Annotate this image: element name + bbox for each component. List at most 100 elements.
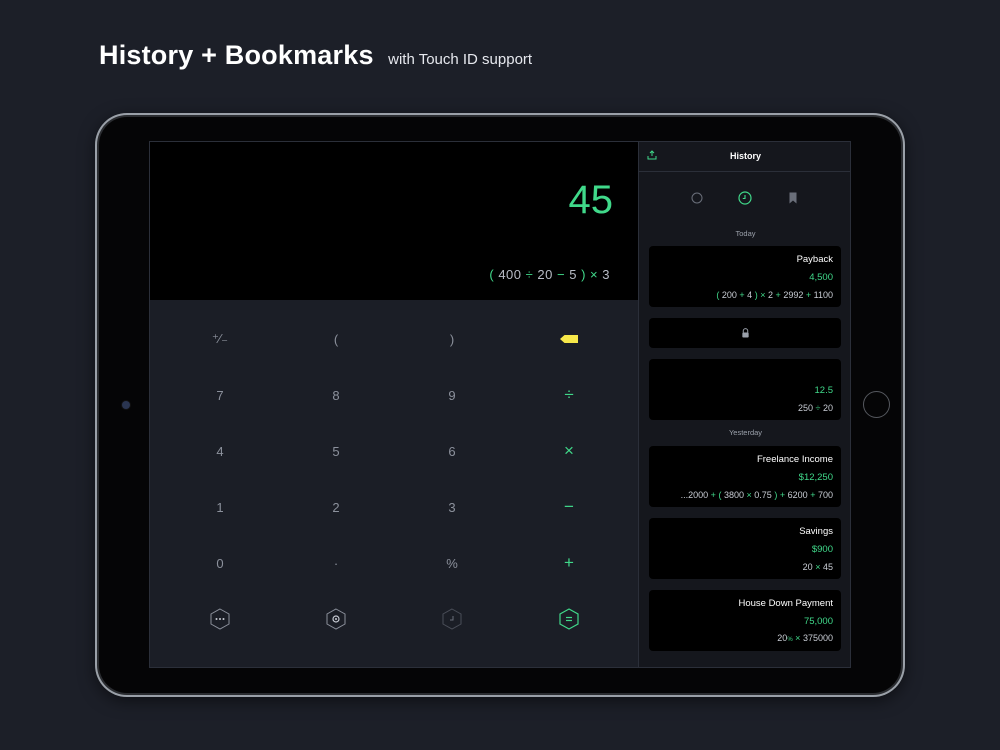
calculator: 45 ( 400 ÷ 20 − 5 ) × 3 ⁺∕₋ ( ) 7 8 9 ÷ … [150, 142, 638, 667]
plus-key[interactable]: + [519, 543, 619, 583]
expr-token: 5 [569, 267, 577, 282]
card-title: Payback [796, 254, 833, 265]
history-card-payback[interactable]: Payback 4,500 ( 200 + 4 ) × 2 + 2992 + 1… [649, 246, 841, 307]
key-1[interactable]: 1 [170, 487, 270, 527]
card-expression: ( 200 + 4 ) × 2 + 2992 + 1100 [716, 290, 833, 300]
card-expression: ...2000 + ( 3800 × 0.75 ) + 6200 + 700 [681, 490, 833, 500]
key-3[interactable]: 3 [402, 487, 502, 527]
key-6[interactable]: 6 [402, 431, 502, 471]
expr-token: ÷ [815, 403, 821, 413]
tab-history[interactable] [737, 190, 753, 206]
card-expression: 20 × 45 [803, 562, 833, 572]
minus-key[interactable]: − [519, 487, 619, 527]
equals-button[interactable] [519, 599, 619, 639]
expr-token: 2992 [783, 290, 804, 300]
expr-token: 20 [802, 562, 813, 572]
expr-token: 250 [797, 403, 813, 413]
key-4[interactable]: 4 [170, 431, 270, 471]
history-panel: History Today Payback 4,500 (200 + 4) … [638, 142, 850, 667]
card-value: 4,500 [809, 272, 833, 283]
expr-token: × [815, 562, 821, 572]
history-icon [442, 608, 462, 630]
expr-token: 20 [777, 633, 788, 643]
section-today: Today [735, 229, 756, 238]
expr-token: 400 [498, 267, 522, 282]
expr-token: × [590, 267, 599, 282]
lock-icon [741, 328, 749, 338]
expr-token: × [746, 490, 752, 500]
card-title: Savings [799, 526, 833, 537]
card-value: 12.5 [814, 385, 834, 396]
expr-token: 45 [822, 562, 833, 572]
expr-token: 700 [817, 490, 833, 500]
multiply-key[interactable]: × [519, 431, 619, 471]
more-button[interactable] [170, 599, 270, 639]
open-paren-key[interactable]: ( [286, 319, 386, 359]
expr-token: 20 [537, 267, 553, 282]
circle-icon [691, 192, 703, 204]
history-title: History [729, 151, 761, 161]
backspace-key[interactable] [519, 319, 619, 359]
expr-token: 0.75 [754, 490, 772, 500]
expr-token: + [779, 490, 786, 500]
history-card-freelance[interactable]: Freelance Income $12,250 ...2000 + ( 380… [649, 446, 841, 507]
card-value: $12,250 [798, 472, 833, 483]
equals-icon [559, 608, 579, 630]
expr-token: 3 [602, 267, 610, 282]
expr-token: × [760, 290, 766, 300]
expr-token: × [795, 633, 801, 643]
tab-all[interactable] [689, 190, 705, 206]
history-card-savings[interactable]: Savings $900 20 × 45 [649, 518, 841, 579]
history-card-untitled[interactable]: 12.5 250 ÷ 20 [649, 359, 841, 420]
card-value: 75,000 [803, 616, 833, 627]
card-title: House Down Payment [738, 598, 833, 609]
expr-token: 6200 [787, 490, 808, 500]
card-value: $900 [811, 544, 833, 555]
settings-icon [326, 608, 346, 630]
expr-token: − [557, 267, 566, 282]
history-card-locked[interactable] [649, 318, 841, 348]
expr-token: 1100 [813, 290, 833, 300]
expr-token: ...2000 [680, 490, 709, 500]
expr-token: % [787, 637, 793, 643]
expr-token: + [775, 290, 781, 300]
expr-token: 375000 [802, 633, 833, 643]
result-value: 45 [568, 178, 614, 222]
current-expression: ( 400 ÷ 20 − 5 ) × 3 [489, 267, 610, 282]
section-yesterday: Yesterday [728, 428, 763, 437]
expr-token: 4 [747, 290, 753, 300]
expr-token: + [805, 290, 812, 300]
key-8[interactable]: 8 [286, 375, 386, 415]
headline-title: History + Bookmarks [99, 40, 374, 70]
clock-icon [738, 191, 752, 205]
plus-minus-key[interactable]: ⁺∕₋ [170, 319, 270, 359]
home-button[interactable] [863, 391, 890, 418]
expr-token: 200 [721, 290, 737, 300]
decimal-key[interactable]: · [286, 543, 386, 583]
expr-token: 2 [768, 290, 774, 300]
settings-button[interactable] [286, 599, 386, 639]
screen: 45 ( 400 ÷ 20 − 5 ) × 3 ⁺∕₋ ( ) 7 8 9 ÷ … [149, 141, 851, 668]
key-9[interactable]: 9 [402, 375, 502, 415]
more-icon [210, 608, 230, 630]
close-paren-key[interactable]: ) [402, 319, 502, 359]
headline-subtitle: with Touch ID support [388, 51, 533, 68]
expr-token: + [739, 290, 745, 300]
front-camera [122, 401, 130, 409]
expr-token: + [810, 490, 816, 500]
expr-token: ( [718, 490, 722, 500]
divide-key[interactable]: ÷ [519, 375, 619, 415]
key-7[interactable]: 7 [170, 375, 270, 415]
tab-bookmarks[interactable] [785, 190, 801, 206]
history-header: History [639, 142, 850, 172]
card-title: Freelance Income [756, 454, 833, 465]
percent-key[interactable]: % [402, 543, 502, 583]
history-button[interactable] [402, 599, 502, 639]
card-expression: 20% × 375000 [777, 633, 833, 643]
key-2[interactable]: 2 [286, 487, 386, 527]
key-0[interactable]: 0 [170, 543, 270, 583]
key-5[interactable]: 5 [286, 431, 386, 471]
expr-token: ÷ [525, 267, 534, 282]
history-card-house[interactable]: House Down Payment 75,000 20% × 375000 [649, 590, 841, 651]
ipad-frame: 45 ( 400 ÷ 20 − 5 ) × 3 ⁺∕₋ ( ) 7 8 9 ÷ … [95, 113, 905, 697]
